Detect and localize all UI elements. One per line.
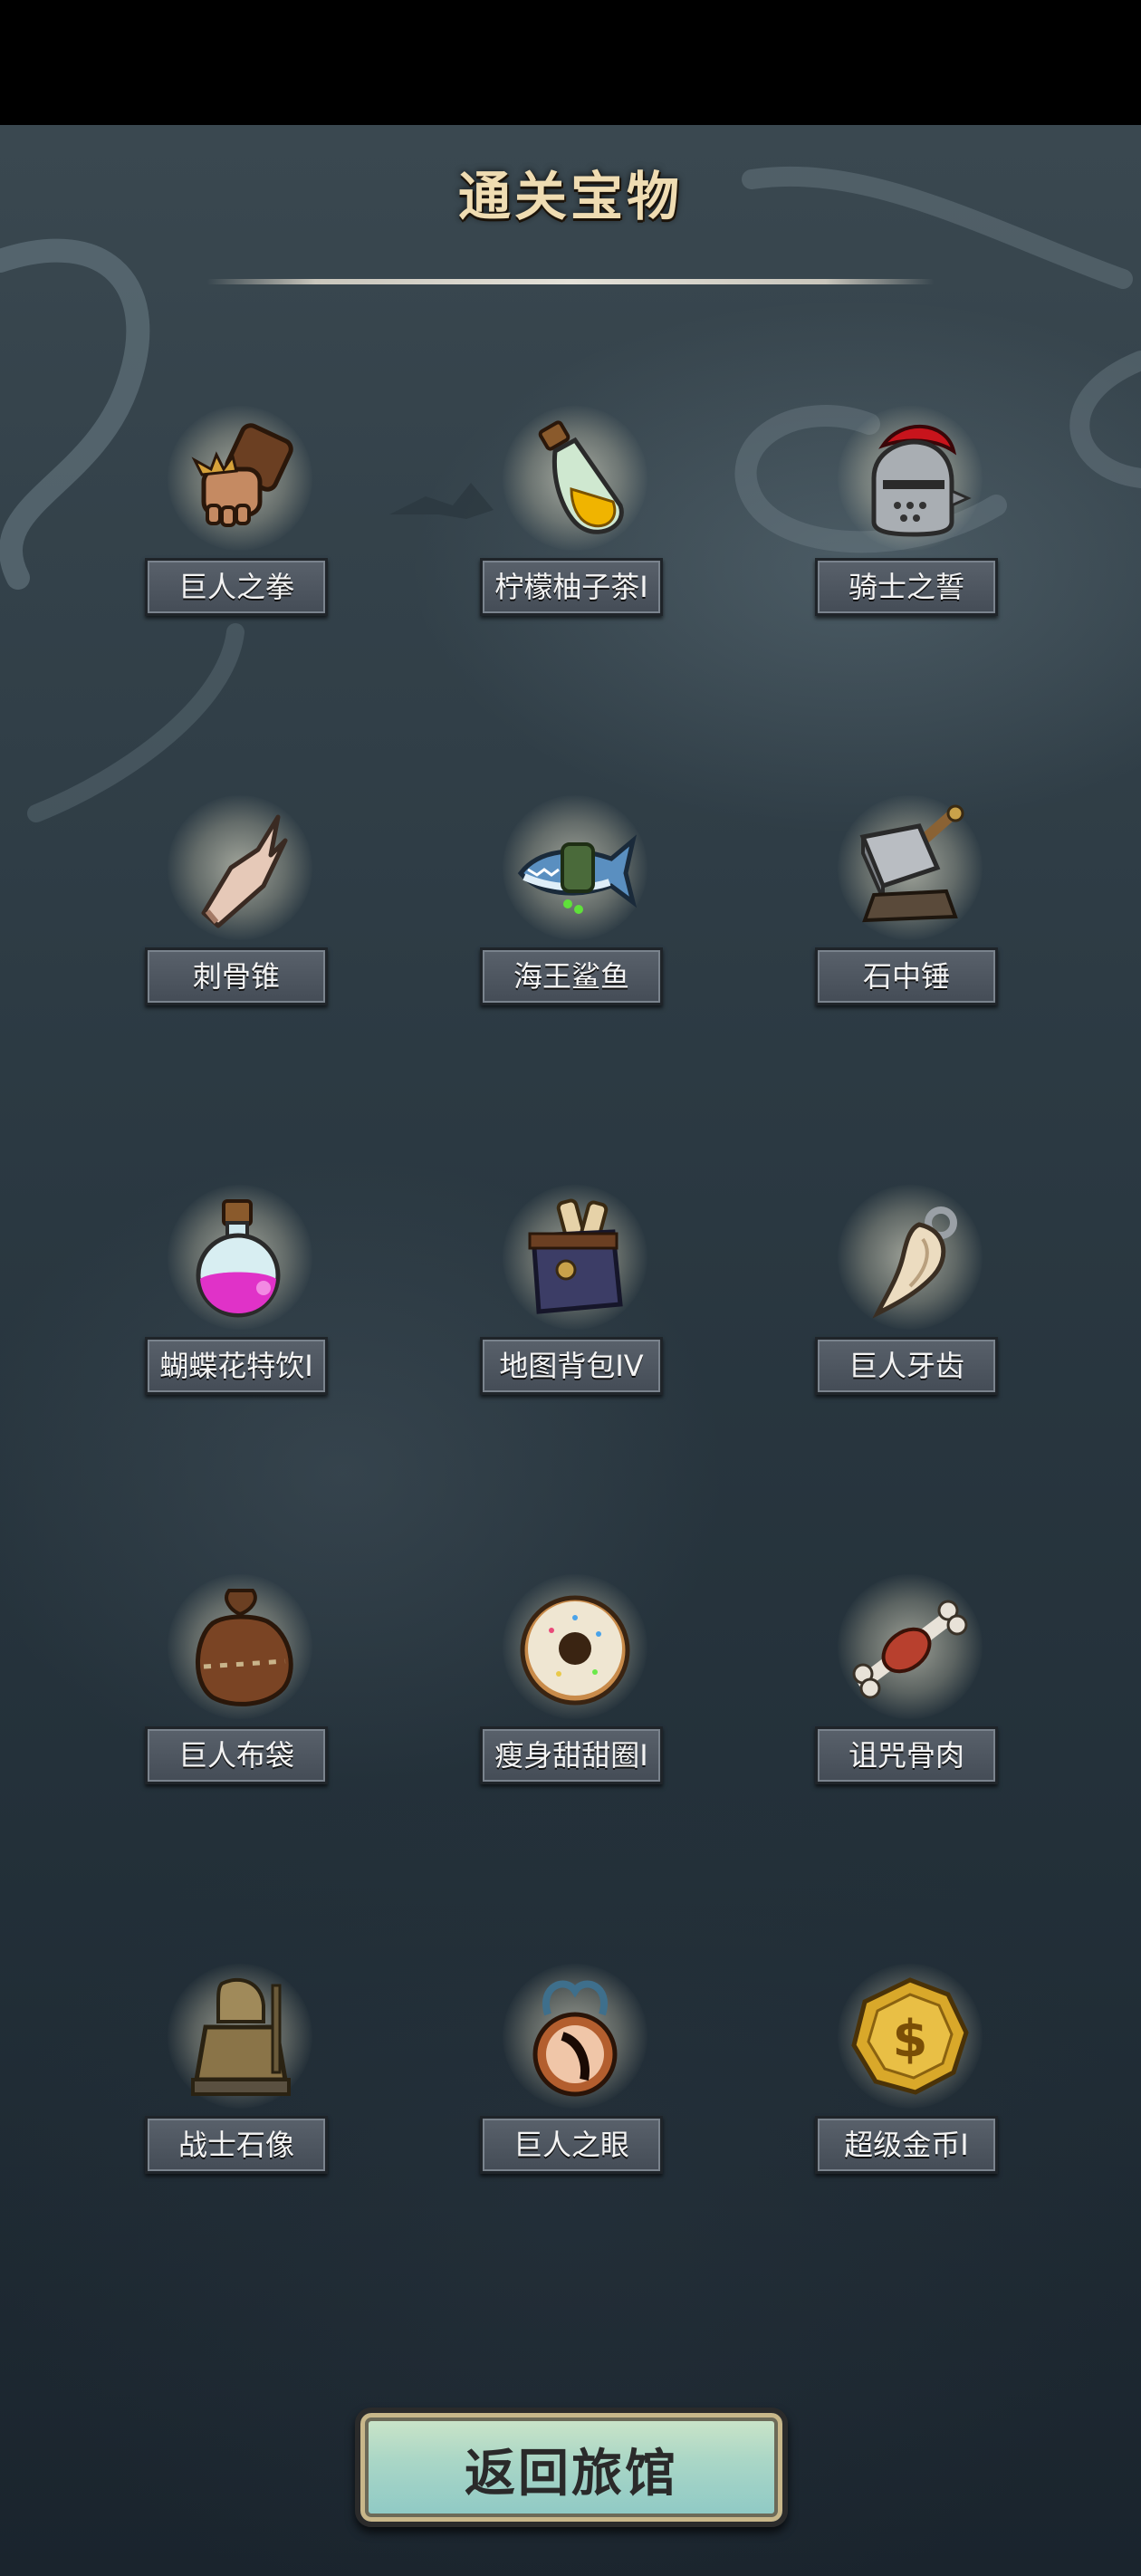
treasure-item[interactable]: 巨人之眼 (471, 1955, 679, 2190)
eye-amulet-icon (532, 1980, 618, 2097)
stone-hammer-icon (859, 804, 964, 923)
treasure-item[interactable]: 蝴蝶花特饮I (136, 1176, 344, 1411)
item-label: 战士石像 (145, 2116, 328, 2174)
item-label: 地图背包IV (480, 1337, 663, 1395)
knight-helmet-icon (871, 425, 972, 537)
donut-icon (520, 1595, 630, 1706)
cloth-sack-icon (196, 1589, 293, 1706)
item-label: 骑士之誓 (815, 558, 998, 616)
treasure-item[interactable]: 巨人之拳 (136, 397, 344, 632)
item-label: 巨人之眼 (480, 2116, 663, 2174)
treasure-item[interactable]: $ 超级金币I (806, 1955, 1014, 2190)
treasure-item[interactable]: 诅咒骨肉 (806, 1565, 1014, 1801)
item-label: 刺骨锥 (145, 947, 328, 1005)
top-black-bar (0, 0, 1141, 125)
item-label: 巨人之拳 (145, 558, 328, 616)
warrior-statue-icon (191, 1978, 291, 2096)
page-title: 通关宝物 (457, 166, 683, 227)
potion-flask-pink-icon (196, 1199, 281, 1318)
treasure-item[interactable]: 巨人布袋 (136, 1565, 344, 1801)
item-label: 巨人牙齿 (815, 1337, 998, 1395)
giant-tooth-icon (872, 1206, 957, 1319)
item-label: 瘦身甜甜圈I (480, 1726, 663, 1784)
map-backpack-icon (528, 1198, 623, 1314)
treasure-item[interactable]: 瘦身甜甜圈I (471, 1565, 679, 1801)
treasure-item[interactable]: 战士石像 (136, 1955, 344, 2190)
treasure-item[interactable]: 刺骨锥 (136, 786, 344, 1022)
treasure-item[interactable]: 柠檬柚子茶I (471, 397, 679, 632)
treasure-item[interactable]: 骑士之誓 (806, 397, 1014, 632)
bone-spike-icon (201, 814, 288, 928)
treasure-item[interactable]: 海王鲨鱼 (471, 786, 679, 1022)
title-divider (206, 279, 935, 284)
item-label: 蝴蝶花特饮I (145, 1337, 328, 1395)
item-label: 柠檬柚子茶I (480, 558, 663, 616)
back-button-label: 返回旅馆 (465, 2445, 678, 2502)
treasure-item[interactable]: 石中锤 (806, 786, 1014, 1022)
meat-bone-icon (852, 1600, 968, 1699)
item-label: 石中锤 (815, 947, 998, 1005)
svg-text:$: $ (893, 2010, 928, 2069)
potion-bottle-yellow-icon (538, 420, 624, 534)
gold-coin-icon: $ (851, 1977, 969, 2095)
gauntlet-fist-icon (191, 423, 293, 527)
item-label: 巨人布袋 (145, 1726, 328, 1784)
item-label: 海王鲨鱼 (480, 947, 663, 1005)
item-label: 超级金币I (815, 2116, 998, 2174)
treasure-item[interactable]: 地图背包IV (471, 1176, 679, 1411)
shark-fish-icon (517, 834, 638, 914)
treasure-item[interactable]: 巨人牙齿 (806, 1176, 1014, 1411)
item-label: 诅咒骨肉 (815, 1726, 998, 1784)
back-to-inn-button[interactable]: 返回旅馆 (355, 2408, 788, 2527)
